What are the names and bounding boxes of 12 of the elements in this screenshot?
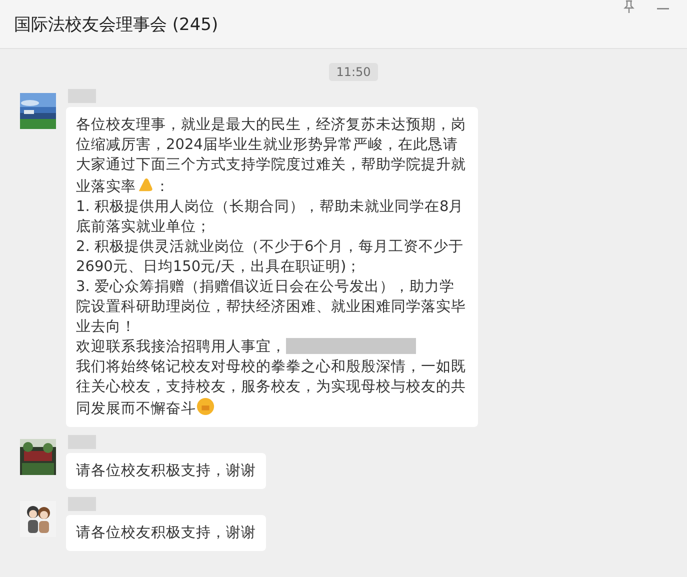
message-text: 请各位校友积极支持，谢谢 — [76, 524, 256, 543]
message-text: 1. 积极提供用人岗位（长期合同），帮助未就业同学在8月底前落实就业单位； — [76, 198, 465, 237]
message-text: 请各位校友积极支持，谢谢 — [76, 462, 256, 481]
pin-icon[interactable] — [623, 0, 635, 14]
chat-title: 国际法校友会理事会 (245) — [14, 14, 218, 36]
minimize-icon[interactable] — [657, 8, 669, 10]
message-text: 我们将始终铭记校友对母校的拳拳之心和殷殷深情，一如既往关心校友，支持校友，服务校友，为实现母校与校友的共同发展而不懈奋斗 — [76, 358, 467, 419]
time-badge: 11:50 — [329, 63, 378, 81]
message-text: 3. 爱心众筹捐赠（捐赠倡议近日会在公号发出），助力学院设置科研助理岗位，帮扶经济困难、就业困难同学落实毕业去向！ — [76, 278, 467, 337]
message-text: 2. 积极提供灵活就业岗位（不少于6个月，每月工资不少于2690元、日均150元/天，出具在职证明)； — [76, 238, 465, 277]
message-text: 各位校友理事，就业是最大的民生，经济复苏未达预期，岗位缩减厉害，2024届毕业生就业形势异常严峻，在此恳请大家通过下面三个方式支持学院度过难关，帮助学院提升就业落实率 ： — [76, 116, 467, 197]
message-text: 欢迎联系我接洽招聘用人事宜， — [76, 337, 468, 357]
